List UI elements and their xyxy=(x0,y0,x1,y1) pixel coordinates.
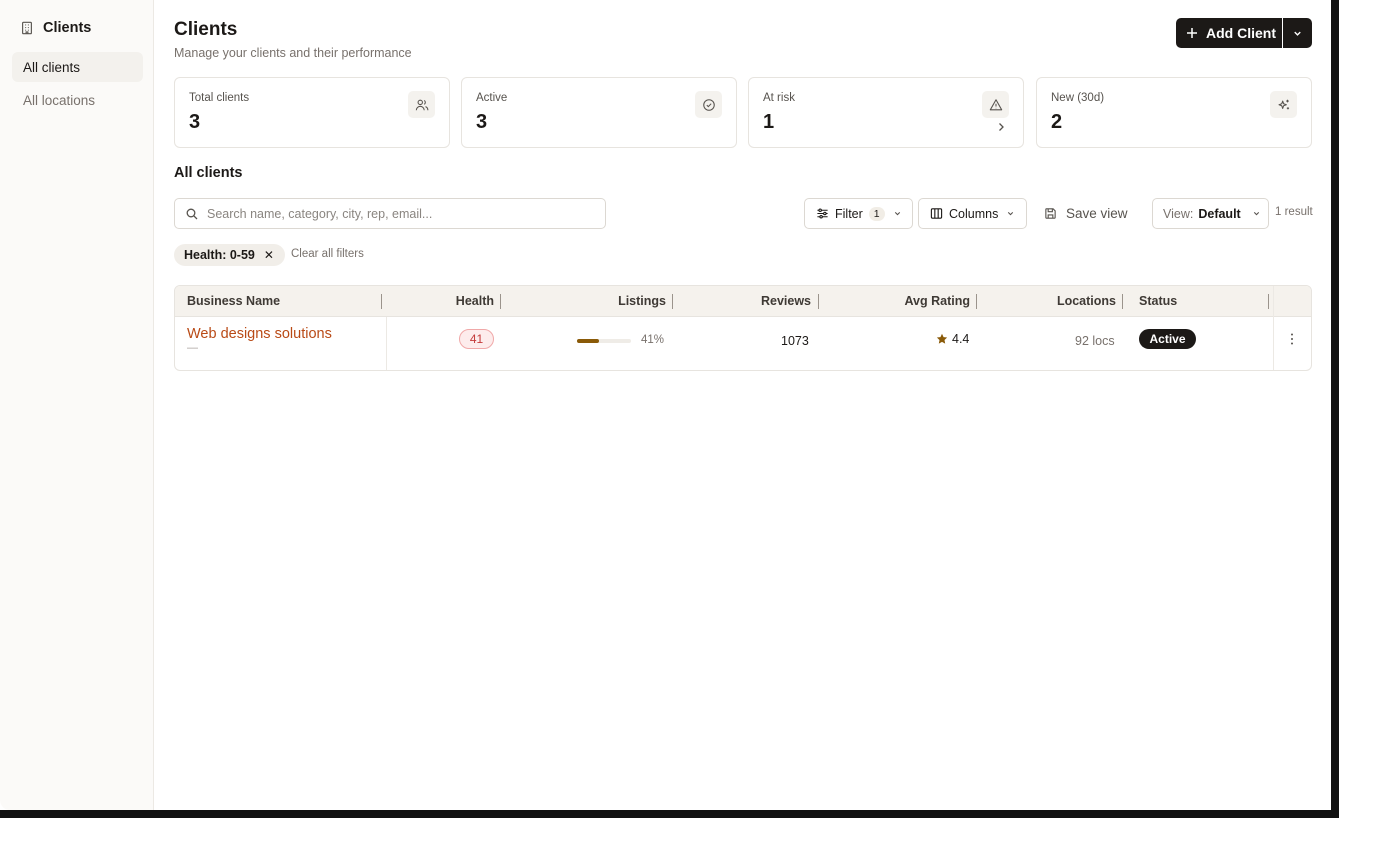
stat-card-total-clients: Total clients 3 xyxy=(174,77,450,148)
column-header-listings[interactable]: Listings xyxy=(506,286,666,317)
add-client-label: Add Client xyxy=(1206,25,1276,41)
stat-card-at-risk[interactable]: At risk 1 xyxy=(748,77,1024,148)
chevron-down-icon xyxy=(1294,31,1301,36)
stat-value: 2 xyxy=(1051,111,1063,133)
star-icon xyxy=(936,333,948,344)
section-title: All clients xyxy=(174,165,243,181)
app-window: Clients All clients All locations Client… xyxy=(0,0,1331,810)
filter-count-badge: 1 xyxy=(868,206,885,221)
stat-value: 1 xyxy=(763,111,775,133)
close-icon[interactable]: ✕ xyxy=(264,248,274,262)
column-header-avg-rating[interactable]: Avg Rating xyxy=(824,286,970,317)
column-header-status[interactable]: Status xyxy=(1139,286,1177,317)
chevron-down-icon xyxy=(1253,212,1259,216)
reviews-count: 1073 xyxy=(781,334,809,348)
stat-label: New (30d) xyxy=(1051,92,1105,104)
stat-card-active: Active 3 xyxy=(461,77,737,148)
check-circle-icon xyxy=(702,98,715,111)
sidebar-item-all-clients[interactable]: All clients xyxy=(12,52,143,82)
columns-icon xyxy=(930,208,943,219)
chevron-down-icon xyxy=(1008,212,1014,216)
search-icon xyxy=(186,208,198,219)
search-box xyxy=(174,198,606,229)
stat-label: At risk xyxy=(763,92,795,104)
column-header-locations[interactable]: Locations xyxy=(982,286,1116,317)
health-score-badge: 41 xyxy=(459,329,494,349)
column-resize-handle[interactable] xyxy=(672,294,673,309)
building-icon xyxy=(22,21,32,35)
column-resize-handle[interactable] xyxy=(1268,294,1269,309)
stat-value: 3 xyxy=(476,111,488,133)
business-name-link[interactable]: Web designs solutions xyxy=(187,326,332,342)
column-resize-handle[interactable] xyxy=(500,294,501,309)
avg-rating-value: 4.4 xyxy=(952,332,970,346)
listings-percent: 41% xyxy=(641,334,665,346)
listings-progress-fill xyxy=(577,339,600,343)
page-title: Clients xyxy=(174,19,238,40)
columns-button[interactable]: Columns xyxy=(918,198,1027,229)
save-view-label: Save view xyxy=(1066,206,1128,221)
stat-label: Total clients xyxy=(189,92,250,104)
stat-value: 3 xyxy=(189,111,201,133)
filter-button[interactable]: Filter 1 xyxy=(804,198,913,229)
filter-chip-label: Health: 0-59 xyxy=(184,248,255,262)
listings-progress-bar xyxy=(577,339,631,343)
window-shadow-right xyxy=(1331,0,1339,818)
status-badge: Active xyxy=(1139,329,1196,349)
sidebar-item-all-locations[interactable]: All locations xyxy=(12,85,143,115)
stat-label: Active xyxy=(476,92,508,104)
column-header-business-name[interactable]: Business Name xyxy=(187,286,280,317)
columns-label: Columns xyxy=(949,206,999,221)
save-icon xyxy=(1045,208,1056,219)
table-row[interactable]: Web designs solutions — 41 41% 1073 4.4 … xyxy=(175,317,1311,370)
table-header: Business Name Health Listings Reviews Av… xyxy=(175,286,1311,317)
chevron-down-icon xyxy=(894,212,900,216)
column-resize-handle[interactable] xyxy=(1122,294,1123,309)
sidebar: Clients All clients All locations xyxy=(0,0,154,810)
main-content: Clients Manage your clients and their pe… xyxy=(154,0,1331,810)
filter-label: Filter xyxy=(835,206,863,221)
column-resize-handle[interactable] xyxy=(381,294,382,309)
save-view-button[interactable]: Save view xyxy=(1044,198,1128,229)
clients-table: Business Name Health Listings Reviews Av… xyxy=(174,285,1312,371)
sidebar-header: Clients xyxy=(20,18,91,38)
view-selector[interactable]: View: Default xyxy=(1152,198,1269,229)
column-header-reviews[interactable]: Reviews xyxy=(678,286,811,317)
sidebar-title: Clients xyxy=(43,20,92,36)
column-divider xyxy=(1273,286,1274,317)
plus-icon xyxy=(1187,28,1197,38)
row-actions-button[interactable] xyxy=(1286,332,1298,346)
alert-triangle-icon xyxy=(989,98,1002,110)
chevron-right-icon[interactable] xyxy=(996,122,1006,132)
add-client-button[interactable]: Add Client xyxy=(1176,18,1282,48)
result-count: 1 result xyxy=(1275,206,1313,218)
more-vertical-icon xyxy=(1291,333,1293,345)
search-input[interactable] xyxy=(207,206,587,221)
window-shadow-bottom xyxy=(0,810,1339,818)
view-label: View: xyxy=(1163,206,1194,221)
avg-rating: 4.4 xyxy=(936,332,969,346)
clear-all-filters-link[interactable]: Clear all filters xyxy=(291,248,364,260)
users-icon xyxy=(415,99,428,110)
add-client-dropdown-button[interactable] xyxy=(1283,18,1312,48)
filter-chip-health: Health: 0-59 ✕ xyxy=(174,244,285,266)
business-subtitle: — xyxy=(187,342,198,354)
sparkles-icon xyxy=(1277,99,1289,109)
sliders-icon xyxy=(817,208,828,219)
column-header-health[interactable]: Health xyxy=(387,286,494,317)
locations-count: 92 locs xyxy=(1075,334,1115,348)
stat-card-new-30d: New (30d) 2 xyxy=(1036,77,1312,148)
column-resize-handle[interactable] xyxy=(976,294,977,309)
page-subtitle: Manage your clients and their performanc… xyxy=(174,46,412,60)
column-resize-handle[interactable] xyxy=(818,294,819,309)
view-value: Default xyxy=(1198,206,1241,221)
